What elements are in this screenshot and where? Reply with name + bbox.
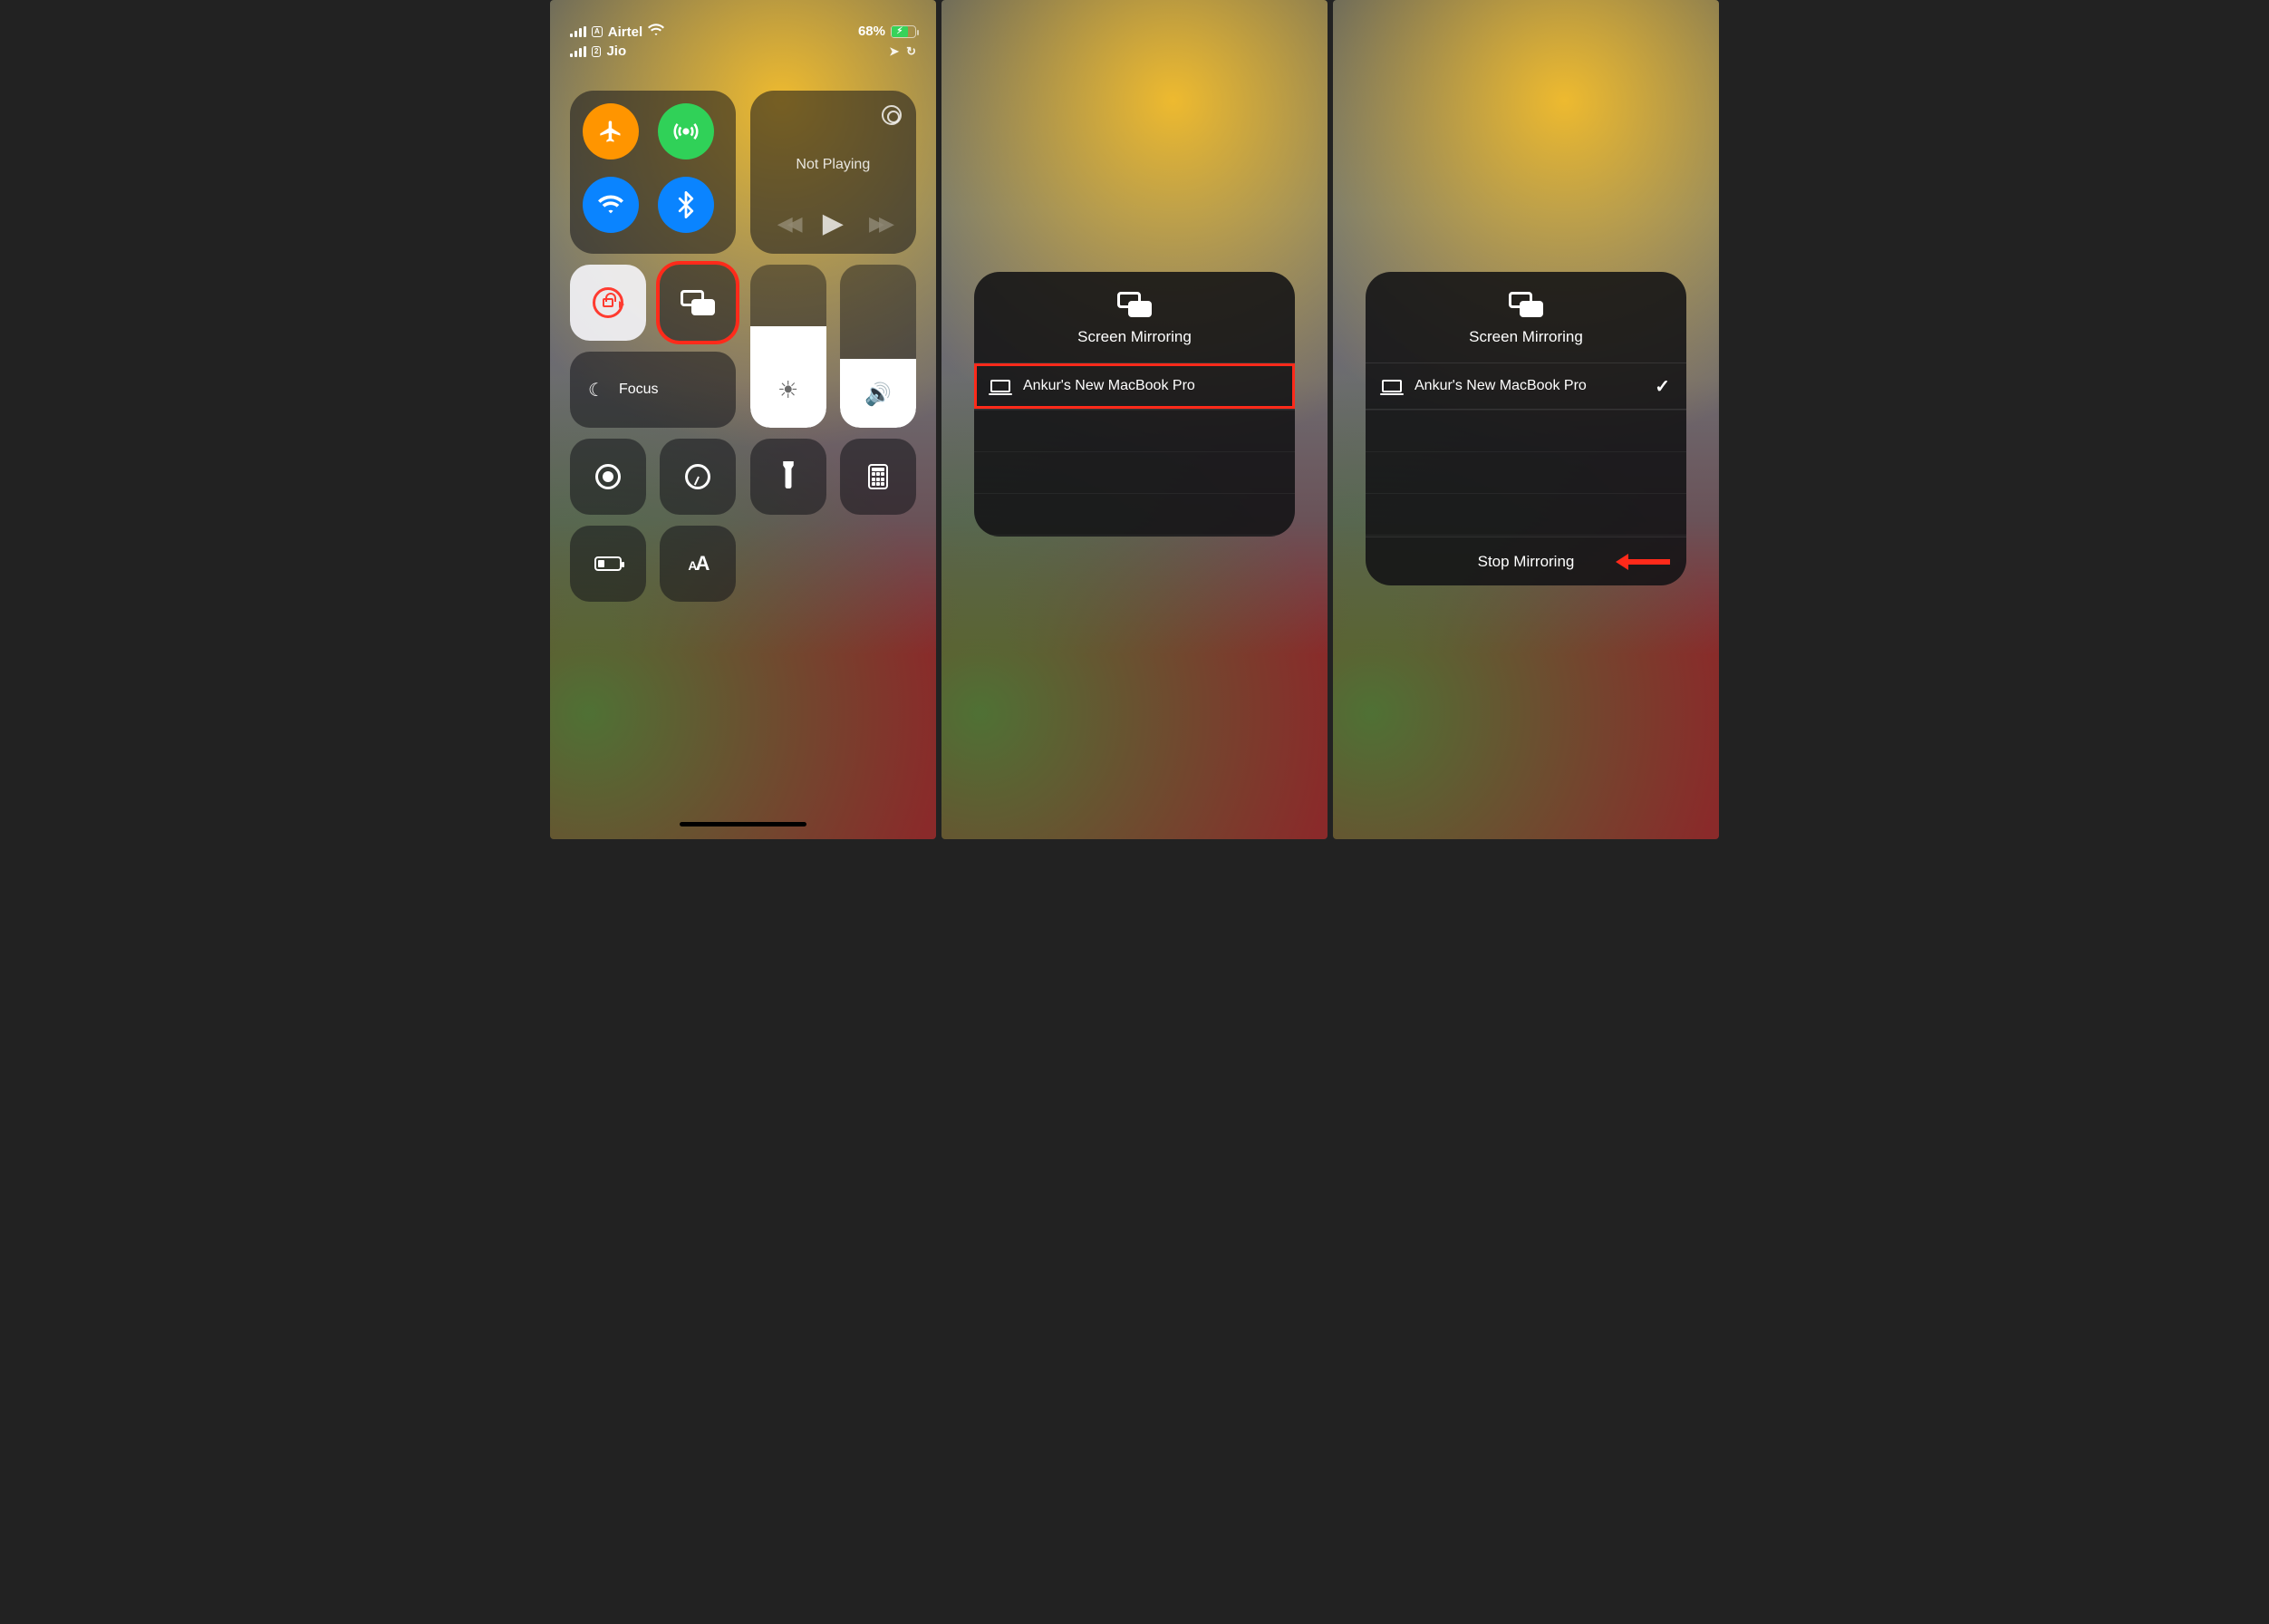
bluetooth-toggle[interactable] [658,177,714,233]
screen-mirroring-icon [681,290,715,315]
now-playing-label: Not Playing [765,157,902,173]
carrier2-label: Jio [606,44,626,59]
control-center-screenshot: A Airtel 2 Jio 68% ⚡︎ ➤ ↻ [550,0,936,839]
sim1-row: A Airtel [570,24,664,40]
screen-record-button[interactable] [570,439,646,515]
sync-icon: ↻ [906,44,916,59]
stop-mirroring-button[interactable]: Stop Mirroring [1366,536,1686,585]
carrier1-label: Airtel [608,24,642,40]
calculator-icon [868,464,888,489]
laptop-icon [990,380,1010,392]
checkmark-icon: ✓ [1655,375,1670,398]
volume-icon: 🔊 [864,382,892,408]
screen-mirroring-icon [1509,292,1543,317]
status-bar: A Airtel 2 Jio 68% ⚡︎ ➤ ↻ [550,24,936,59]
sim2-row: 2 Jio [570,44,664,59]
annotation-arrow-icon [1616,554,1670,570]
charging-icon: ⚡︎ [896,26,903,36]
modal-title: Screen Mirroring [1469,328,1583,346]
airplane-mode-toggle[interactable] [583,103,639,160]
forward-button[interactable]: ▶▶ [869,212,889,236]
record-icon [595,464,621,489]
timer-icon [685,464,710,489]
screen-mirroring-modal: Screen Mirroring Ankur's New MacBook Pro… [1366,272,1686,585]
mirror-active-screenshot: Screen Mirroring Ankur's New MacBook Pro… [1333,0,1719,839]
battery-pct-label: 68% [858,24,885,39]
moon-icon: ☾ [588,379,604,401]
volume-slider[interactable]: 🔊 [840,265,916,428]
sim1-badge: A [592,26,603,37]
screen-mirroring-button[interactable] [660,265,736,341]
airplay-icon[interactable] [882,105,902,125]
brightness-slider[interactable]: ☀︎ [750,265,826,428]
device-name-label: Ankur's New MacBook Pro [1023,378,1195,394]
control-center-grid: Not Playing ◀◀ ▶ ▶▶ ☀︎ 🔊 ☾ Focus [570,91,916,602]
lock-icon [603,298,613,307]
rotation-lock-toggle[interactable] [570,265,646,341]
screen-mirroring-icon [1117,292,1152,317]
signal-bars-icon [570,46,586,57]
low-power-button[interactable] [570,526,646,602]
battery-indicator: 68% ⚡︎ [858,24,916,39]
sim2-badge: 2 [592,46,601,57]
media-controls-group[interactable]: Not Playing ◀◀ ▶ ▶▶ [750,91,916,254]
location-icon: ➤ [889,44,899,59]
timer-button[interactable] [660,439,736,515]
screen-mirroring-modal: Screen Mirroring Ankur's New MacBook Pro [974,272,1295,536]
wifi-status-icon [648,24,664,40]
focus-label: Focus [619,382,659,398]
device-row-selected[interactable]: Ankur's New MacBook Pro ✓ [1366,362,1686,410]
wifi-toggle[interactable] [583,177,639,233]
modal-title: Screen Mirroring [1077,328,1192,346]
stop-mirroring-label: Stop Mirroring [1478,553,1575,571]
signal-bars-icon [570,26,586,37]
device-row[interactable]: Ankur's New MacBook Pro [974,362,1295,410]
brightness-icon: ☀︎ [777,376,798,404]
calculator-button[interactable] [840,439,916,515]
home-indicator[interactable] [680,822,806,826]
mirror-picker-screenshot: Screen Mirroring Ankur's New MacBook Pro [941,0,1328,839]
cellular-data-toggle[interactable] [658,103,714,160]
play-button[interactable]: ▶ [823,208,844,239]
text-size-button[interactable]: AA [660,526,736,602]
connectivity-group[interactable] [570,91,736,254]
empty-device-list [974,410,1295,536]
flashlight-icon [780,461,797,493]
focus-button[interactable]: ☾ Focus [570,352,736,428]
laptop-icon [1382,380,1402,392]
rewind-button[interactable]: ◀◀ [777,212,797,236]
device-name-label: Ankur's New MacBook Pro [1415,378,1587,394]
low-battery-icon [594,556,622,571]
text-size-icon: AA [688,552,708,575]
empty-device-list [1366,410,1686,536]
flashlight-button[interactable] [750,439,826,515]
